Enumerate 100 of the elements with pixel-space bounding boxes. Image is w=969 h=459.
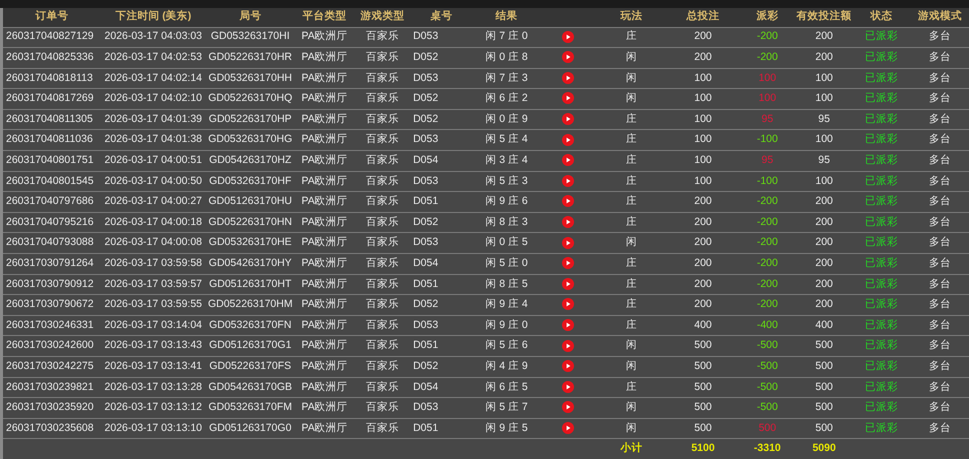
table-cell-text: -200 <box>756 235 778 250</box>
play-icon[interactable] <box>562 134 574 146</box>
table-cell-text: 闲 7 庄 0 <box>485 29 528 44</box>
table-cell-text: GD053263170HI <box>210 29 290 44</box>
table-cell-text: -200 <box>756 50 778 66</box>
table-cell-text: 闲 7 庄 3 <box>485 70 528 86</box>
table-cell-text: 95 <box>762 152 774 168</box>
play-icon[interactable] <box>562 154 574 166</box>
table-cell-text: 闲 6 庄 2 <box>485 91 528 106</box>
column-header: 局号 <box>239 10 262 22</box>
table-cell-text: 2026-03-17 03:13:43 <box>104 338 202 354</box>
table-cell-text: 多台 <box>928 380 951 395</box>
play-icon[interactable] <box>562 422 574 434</box>
table-cell-text: GD053263170HG <box>208 132 292 148</box>
table-cell-text: GD053263170FN <box>209 318 292 333</box>
play-icon[interactable] <box>562 318 574 331</box>
table-cell-text: 庄 <box>626 194 638 210</box>
play-icon[interactable] <box>562 92 574 104</box>
play-icon[interactable] <box>562 195 574 208</box>
table-cell-text: GD052263170HR <box>208 50 292 66</box>
table-cell-text: 多台 <box>928 297 951 312</box>
table-cell-text: GD054263170GB <box>208 380 292 395</box>
table-cell-text: PA欧洲厅 <box>302 338 348 354</box>
play-icon[interactable] <box>562 380 574 393</box>
table-cell-text: 已派彩 <box>864 380 898 395</box>
table-cell-text: D052 <box>413 91 438 106</box>
play-icon[interactable] <box>562 298 574 310</box>
table-cell-text: 庄 <box>626 152 638 168</box>
table-cell-text: 100 <box>758 91 776 106</box>
play-icon[interactable] <box>562 340 574 352</box>
table-cell-text: 百家乐 <box>366 194 399 210</box>
table-cell-text: PA欧洲厅 <box>302 70 348 86</box>
table-cell-text: 95 <box>818 112 830 127</box>
table-cell-text: 百家乐 <box>366 132 399 148</box>
table-cell-text: D052 <box>413 297 438 312</box>
table-cell-text: -200 <box>756 214 778 230</box>
table-cell-text: 闲 0 庄 8 <box>485 50 528 66</box>
table-cell-text: 2026-03-17 04:00:27 <box>104 194 202 210</box>
table-cell-text: 260317040795216 <box>6 214 94 230</box>
table-cell-text: PA欧洲厅 <box>302 235 348 250</box>
table-cell-text: 2026-03-17 04:03:03 <box>104 29 202 44</box>
table-cell-text: 500 <box>815 338 833 354</box>
play-icon[interactable] <box>562 113 574 126</box>
table-cell-text: GD054263170HZ <box>209 152 292 168</box>
table-cell-text: PA欧洲厅 <box>302 174 348 189</box>
table-cell-text: 100 <box>815 70 833 86</box>
table-cell-text: D054 <box>413 256 438 271</box>
table-cell-text: D054 <box>413 152 438 168</box>
table-cell-text: 已派彩 <box>864 420 898 436</box>
table-cell-text: 95 <box>762 112 774 127</box>
play-icon[interactable] <box>562 72 574 84</box>
table-cell-text: PA欧洲厅 <box>302 91 348 106</box>
play-icon[interactable] <box>562 278 574 290</box>
table-cell-text: 260317040817269 <box>6 91 94 106</box>
table-cell-text: 100 <box>758 70 776 86</box>
table-cell-text: D051 <box>413 276 438 292</box>
table-cell-text: 200 <box>815 256 833 271</box>
table-cell-text: GD052263170HM <box>208 297 293 312</box>
table-cell-text: 闲 <box>626 358 638 374</box>
column-header: 派彩 <box>756 10 778 22</box>
table-cell-text: 260317040811305 <box>6 112 93 127</box>
play-icon[interactable] <box>562 174 574 187</box>
table-cell-text: 百家乐 <box>366 91 399 106</box>
table-cell-text: -100 <box>756 174 778 189</box>
column-header: 订单号 <box>35 10 68 22</box>
table-cell-text: D052 <box>413 112 438 127</box>
table-cell-text: 200 <box>694 194 712 210</box>
table-cell-text: 庄 <box>626 318 638 333</box>
table-cell-text: 5100 <box>691 440 715 456</box>
table-cell-text: -400 <box>756 318 778 333</box>
column-header: 玩法 <box>620 10 643 22</box>
table-cell-text: 100 <box>815 174 833 189</box>
play-icon[interactable] <box>562 236 574 249</box>
column-header: 游戏类型 <box>360 10 404 22</box>
table-cell-text: 多台 <box>928 235 951 250</box>
table-cell-text: 260317030242275 <box>6 358 94 374</box>
table-cell-text: 闲 <box>626 338 638 354</box>
table-cell-text: 500 <box>694 358 712 374</box>
table-cell-text: 闲 <box>626 50 638 66</box>
table-cell-text: 已派彩 <box>864 338 898 354</box>
play-icon[interactable] <box>562 216 574 228</box>
table-cell-text: 庄 <box>626 174 638 189</box>
table-cell-text: 闲 9 庄 4 <box>485 297 528 312</box>
table-cell-text: 百家乐 <box>366 50 399 66</box>
table-cell-text: 百家乐 <box>366 318 399 333</box>
table-cell-text: 闲 9 庄 5 <box>485 420 528 436</box>
table-cell-text: 已派彩 <box>864 112 898 127</box>
table-cell-text: 闲 5 庄 7 <box>485 400 528 416</box>
table-cell-text: 庄 <box>626 112 638 127</box>
table-cell-text: 200 <box>815 29 833 44</box>
column-header: 总投注 <box>686 10 720 22</box>
table-cell-text: GD051263170HT <box>209 276 292 292</box>
table-cell-text: -3310 <box>754 440 781 456</box>
play-icon[interactable] <box>562 257 574 270</box>
play-icon[interactable] <box>562 360 574 372</box>
table-cell-text: 闲 5 庄 6 <box>485 338 528 354</box>
table-cell-text: 闲 6 庄 5 <box>485 380 528 395</box>
play-icon[interactable] <box>562 401 574 414</box>
play-icon[interactable] <box>562 30 574 43</box>
play-icon[interactable] <box>562 51 574 64</box>
